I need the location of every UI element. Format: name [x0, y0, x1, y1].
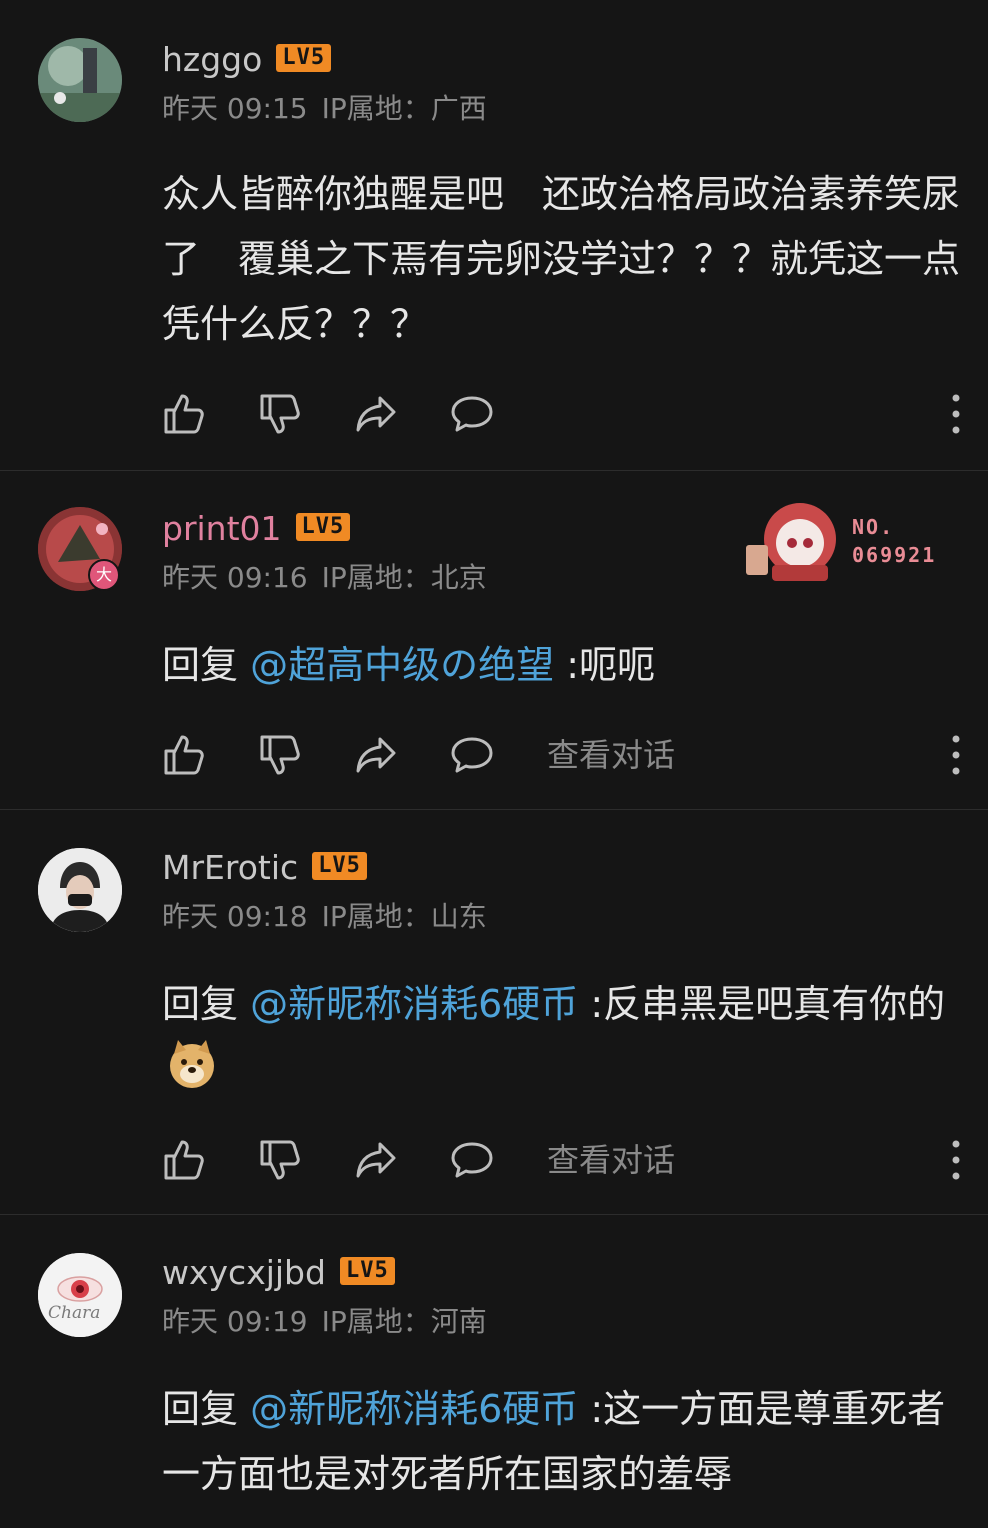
reply-prefix: 回复 — [162, 982, 251, 1026]
action-bar: 查看对话 — [160, 731, 980, 779]
badge-number: NO. 069921 — [852, 513, 936, 569]
comment-icon[interactable] — [448, 1136, 496, 1184]
avatar[interactable] — [38, 848, 122, 932]
ip-location: IP属地：广西 — [321, 92, 487, 125]
share-icon[interactable] — [352, 1136, 400, 1184]
ip-location: IP属地：河南 — [321, 1305, 487, 1338]
comment-time: 昨天 09:18 — [162, 900, 308, 933]
fan-badge[interactable]: NO. 069921 — [742, 495, 982, 595]
thumbs-up-icon[interactable] — [160, 390, 208, 438]
comment-icon[interactable] — [448, 731, 496, 779]
comment-item: hzggo LV5 昨天 09:15 IP属地：广西 众人皆醉你独醒是吧 还政治格局… — [0, 0, 988, 470]
comment-meta: 昨天 09:18 IP属地：山东 — [162, 900, 501, 934]
comment-text: 回复 @超高中级の绝望 :呃呃 — [162, 633, 972, 698]
level-badge: LV5 — [312, 851, 367, 880]
thumbs-up-icon[interactable] — [160, 1136, 208, 1184]
thumbs-down-icon[interactable] — [256, 390, 304, 438]
reply-prefix: 回复 — [162, 1387, 251, 1431]
comment-time: 昨天 09:16 — [162, 561, 308, 594]
avatar-tag: 大 — [88, 559, 120, 591]
comment-time: 昨天 09:15 — [162, 92, 308, 125]
comment-item: Chara wxycxjjbd LV5 昨天 09:19 IP属地：河南 回复 @新… — [0, 1215, 988, 1528]
username-text[interactable]: MrErotic — [162, 848, 298, 887]
level-badge: LV5 — [339, 1256, 395, 1285]
comment-item: 大 print01 LV5 昨天 09:16 IP属地：北京 NO. 069921 … — [0, 471, 988, 809]
badge-no-label: NO. — [852, 515, 895, 539]
comment-time: 昨天 09:19 — [162, 1305, 308, 1338]
ip-location: IP属地：山东 — [321, 900, 487, 933]
level-badge: LV5 — [295, 512, 351, 541]
comment-item: MrErotic LV5 昨天 09:18 IP属地：山东 回复 @新昵称消耗6硬币… — [0, 810, 988, 1214]
username[interactable]: wxycxjjbd LV5 — [162, 1253, 395, 1293]
doge-emoji-icon — [166, 1038, 218, 1090]
comment-meta: 昨天 09:16 IP属地：北京 — [162, 561, 501, 595]
avatar[interactable] — [38, 38, 122, 122]
level-badge: LV5 — [276, 43, 332, 72]
mention-link[interactable]: @新昵称消耗6硬币 — [250, 982, 578, 1026]
action-bar — [160, 390, 980, 438]
view-conversation-link[interactable]: 查看对话 — [547, 735, 675, 775]
action-bar: 查看对话 — [160, 1136, 980, 1184]
comment-text: 回复 @新昵称消耗6硬币 :反串黑是吧真有你的 — [162, 972, 972, 1102]
comment-icon[interactable] — [448, 390, 496, 438]
ip-location: IP属地：北京 — [321, 561, 487, 594]
username[interactable]: hzggo LV5 — [162, 40, 332, 80]
share-icon[interactable] — [352, 390, 400, 438]
mention-link[interactable]: @超高中级の绝望 — [250, 643, 554, 687]
comment-meta: 昨天 09:19 IP属地：河南 — [162, 1305, 501, 1339]
more-vertical-icon[interactable] — [946, 1136, 966, 1184]
comment-text: 回复 @新昵称消耗6硬币 :这一方面是尊重死者 一方面也是对死者所在国家的羞辱 — [162, 1377, 972, 1507]
more-vertical-icon[interactable] — [946, 731, 966, 779]
username[interactable]: MrErotic LV5 — [162, 848, 367, 888]
view-conversation-link[interactable]: 查看对话 — [547, 1140, 675, 1180]
comment-content: 众人皆醉你独醒是吧 还政治格局政治素养笑尿了 覆巢之下焉有完卵没学过？？？就凭这… — [162, 172, 961, 346]
reply-prefix: 回复 — [162, 643, 251, 687]
username-text[interactable]: print01 — [162, 509, 282, 548]
comment-content: :反串黑是吧真有你的 — [578, 982, 946, 1026]
mention-link[interactable]: @新昵称消耗6硬币 — [250, 1387, 578, 1431]
share-icon[interactable] — [352, 731, 400, 779]
thumbs-down-icon[interactable] — [256, 731, 304, 779]
avatar-script: Chara — [48, 1303, 101, 1323]
comment-content: :呃呃 — [554, 643, 655, 687]
username-text[interactable]: wxycxjjbd — [162, 1253, 326, 1292]
avatar[interactable]: Chara — [38, 1253, 122, 1337]
anime-character-icon — [746, 503, 836, 581]
more-vertical-icon[interactable] — [946, 390, 966, 438]
thumbs-up-icon[interactable] — [160, 731, 208, 779]
thumbs-down-icon[interactable] — [256, 1136, 304, 1184]
username-text[interactable]: hzggo — [162, 40, 262, 79]
username[interactable]: print01 LV5 — [162, 509, 351, 549]
badge-no-value: 069921 — [852, 543, 937, 567]
comment-text: 众人皆醉你独醒是吧 还政治格局政治素养笑尿了 覆巢之下焉有完卵没学过？？？就凭这… — [162, 162, 972, 357]
comment-meta: 昨天 09:15 IP属地：广西 — [162, 92, 501, 126]
